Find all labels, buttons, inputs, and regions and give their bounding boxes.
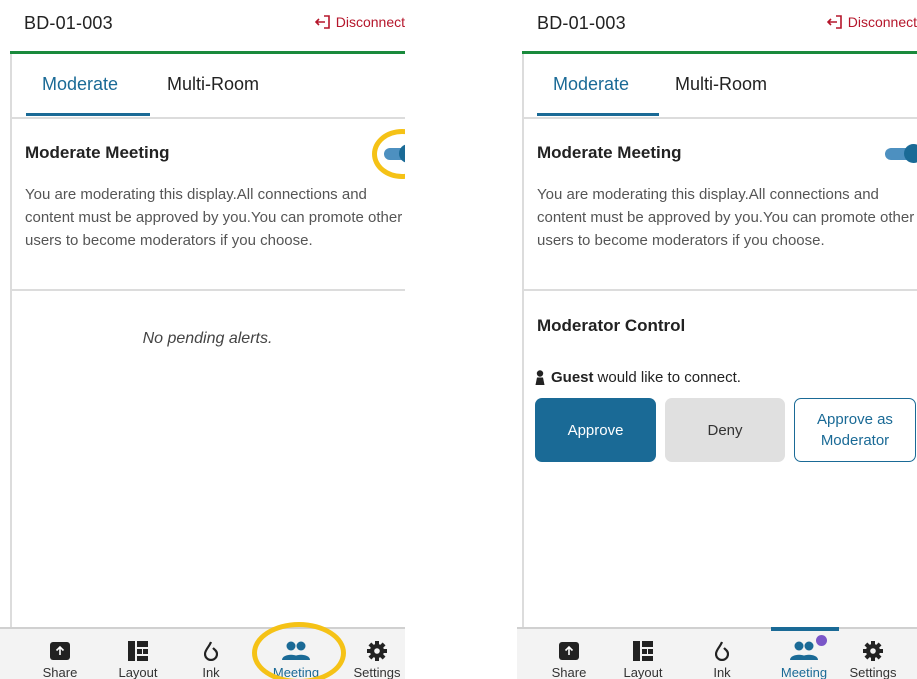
moderate-meeting-title: Moderate Meeting xyxy=(537,143,682,162)
nav-layout[interactable]: Layout xyxy=(608,629,678,679)
guest-name: Guest xyxy=(551,369,594,386)
section-divider xyxy=(522,289,917,291)
nav-label: Ink xyxy=(713,665,731,679)
nav-label: Share xyxy=(551,665,587,679)
nav-label: Settings xyxy=(353,665,401,679)
notification-badge xyxy=(816,635,827,646)
people-icon xyxy=(790,641,818,660)
active-tab-indicator xyxy=(26,113,150,116)
moderate-description: You are moderating this display.All conn… xyxy=(537,186,915,249)
exit-icon xyxy=(314,15,330,29)
active-tab-indicator xyxy=(537,113,659,116)
moderator-control-title: Moderator Control xyxy=(537,316,686,335)
moderate-meeting-title: Moderate Meeting xyxy=(25,143,170,162)
tab-bar: Moderate Multi-Room xyxy=(522,54,917,117)
nav-ink[interactable]: Ink xyxy=(176,629,246,679)
disconnect-label: Disconnect xyxy=(847,14,917,30)
gear-icon xyxy=(863,641,883,661)
ink-drop-icon xyxy=(204,641,218,661)
moderate-meeting-toggle[interactable] xyxy=(885,144,917,163)
right-screen: BD-01-003 Disconnect Moderate Multi-Room… xyxy=(517,0,917,679)
nav-label: Layout xyxy=(623,665,663,679)
share-icon xyxy=(50,642,70,660)
approve-button[interactable]: Approve xyxy=(535,398,656,462)
disconnect-button[interactable]: Disconnect xyxy=(314,14,405,30)
share-icon xyxy=(559,642,579,660)
nav-meeting[interactable]: Meeting xyxy=(769,629,839,679)
exit-icon xyxy=(826,15,842,29)
nav-label: Settings xyxy=(849,665,897,679)
top-bar: BD-01-003 Disconnect xyxy=(517,0,917,51)
ink-drop-icon xyxy=(715,641,729,661)
moderate-description: You are moderating this display.All conn… xyxy=(25,186,403,249)
bottom-nav: Share Layout Ink Meeting Settings xyxy=(517,627,917,679)
left-screen: BD-01-003 Disconnect Moderate Multi-Room… xyxy=(0,0,405,679)
tab-moderate[interactable]: Moderate xyxy=(553,74,629,95)
nav-settings[interactable]: Settings xyxy=(342,629,405,679)
highlight-ring xyxy=(252,622,346,679)
nav-label: Share xyxy=(42,665,78,679)
disconnect-label: Disconnect xyxy=(335,14,405,30)
tab-multi-room[interactable]: Multi-Room xyxy=(675,74,767,95)
section-divider xyxy=(10,289,405,291)
nav-layout[interactable]: Layout xyxy=(103,629,173,679)
approve-as-moderator-button[interactable]: Approve as Moderator xyxy=(794,398,916,462)
tabs-divider xyxy=(10,117,405,119)
empty-alerts-message: No pending alerts. xyxy=(142,330,273,347)
guest-message: would like to connect. xyxy=(597,369,741,386)
nav-label: Ink xyxy=(202,665,220,679)
device-name: BD-01-003 xyxy=(24,13,113,33)
screen-gap xyxy=(405,0,517,679)
deny-button[interactable]: Deny xyxy=(665,398,785,462)
nav-label: Layout xyxy=(118,665,158,679)
highlight-ring xyxy=(372,129,405,179)
tab-multi-room[interactable]: Multi-Room xyxy=(167,74,259,95)
nav-ink[interactable]: Ink xyxy=(687,629,757,679)
nav-settings[interactable]: Settings xyxy=(838,629,908,679)
guest-request: Guest would like to connect. xyxy=(535,369,741,386)
device-name: BD-01-003 xyxy=(537,13,626,33)
gear-icon xyxy=(367,641,387,661)
top-bar: BD-01-003 Disconnect xyxy=(0,0,405,51)
disconnect-button[interactable]: Disconnect xyxy=(826,14,917,30)
toggle-knob xyxy=(904,144,917,163)
nav-share[interactable]: Share xyxy=(534,629,604,679)
panel-border xyxy=(522,54,524,629)
person-icon xyxy=(535,370,545,385)
layout-icon xyxy=(128,641,148,661)
nav-label: Meeting xyxy=(780,665,828,679)
layout-icon xyxy=(633,641,653,661)
approve-as-moderator-label: Approve as Moderator xyxy=(817,411,893,449)
nav-share[interactable]: Share xyxy=(25,629,95,679)
tab-moderate[interactable]: Moderate xyxy=(42,74,118,95)
tab-bar: Moderate Multi-Room xyxy=(10,54,405,117)
tabs-divider xyxy=(522,117,917,119)
